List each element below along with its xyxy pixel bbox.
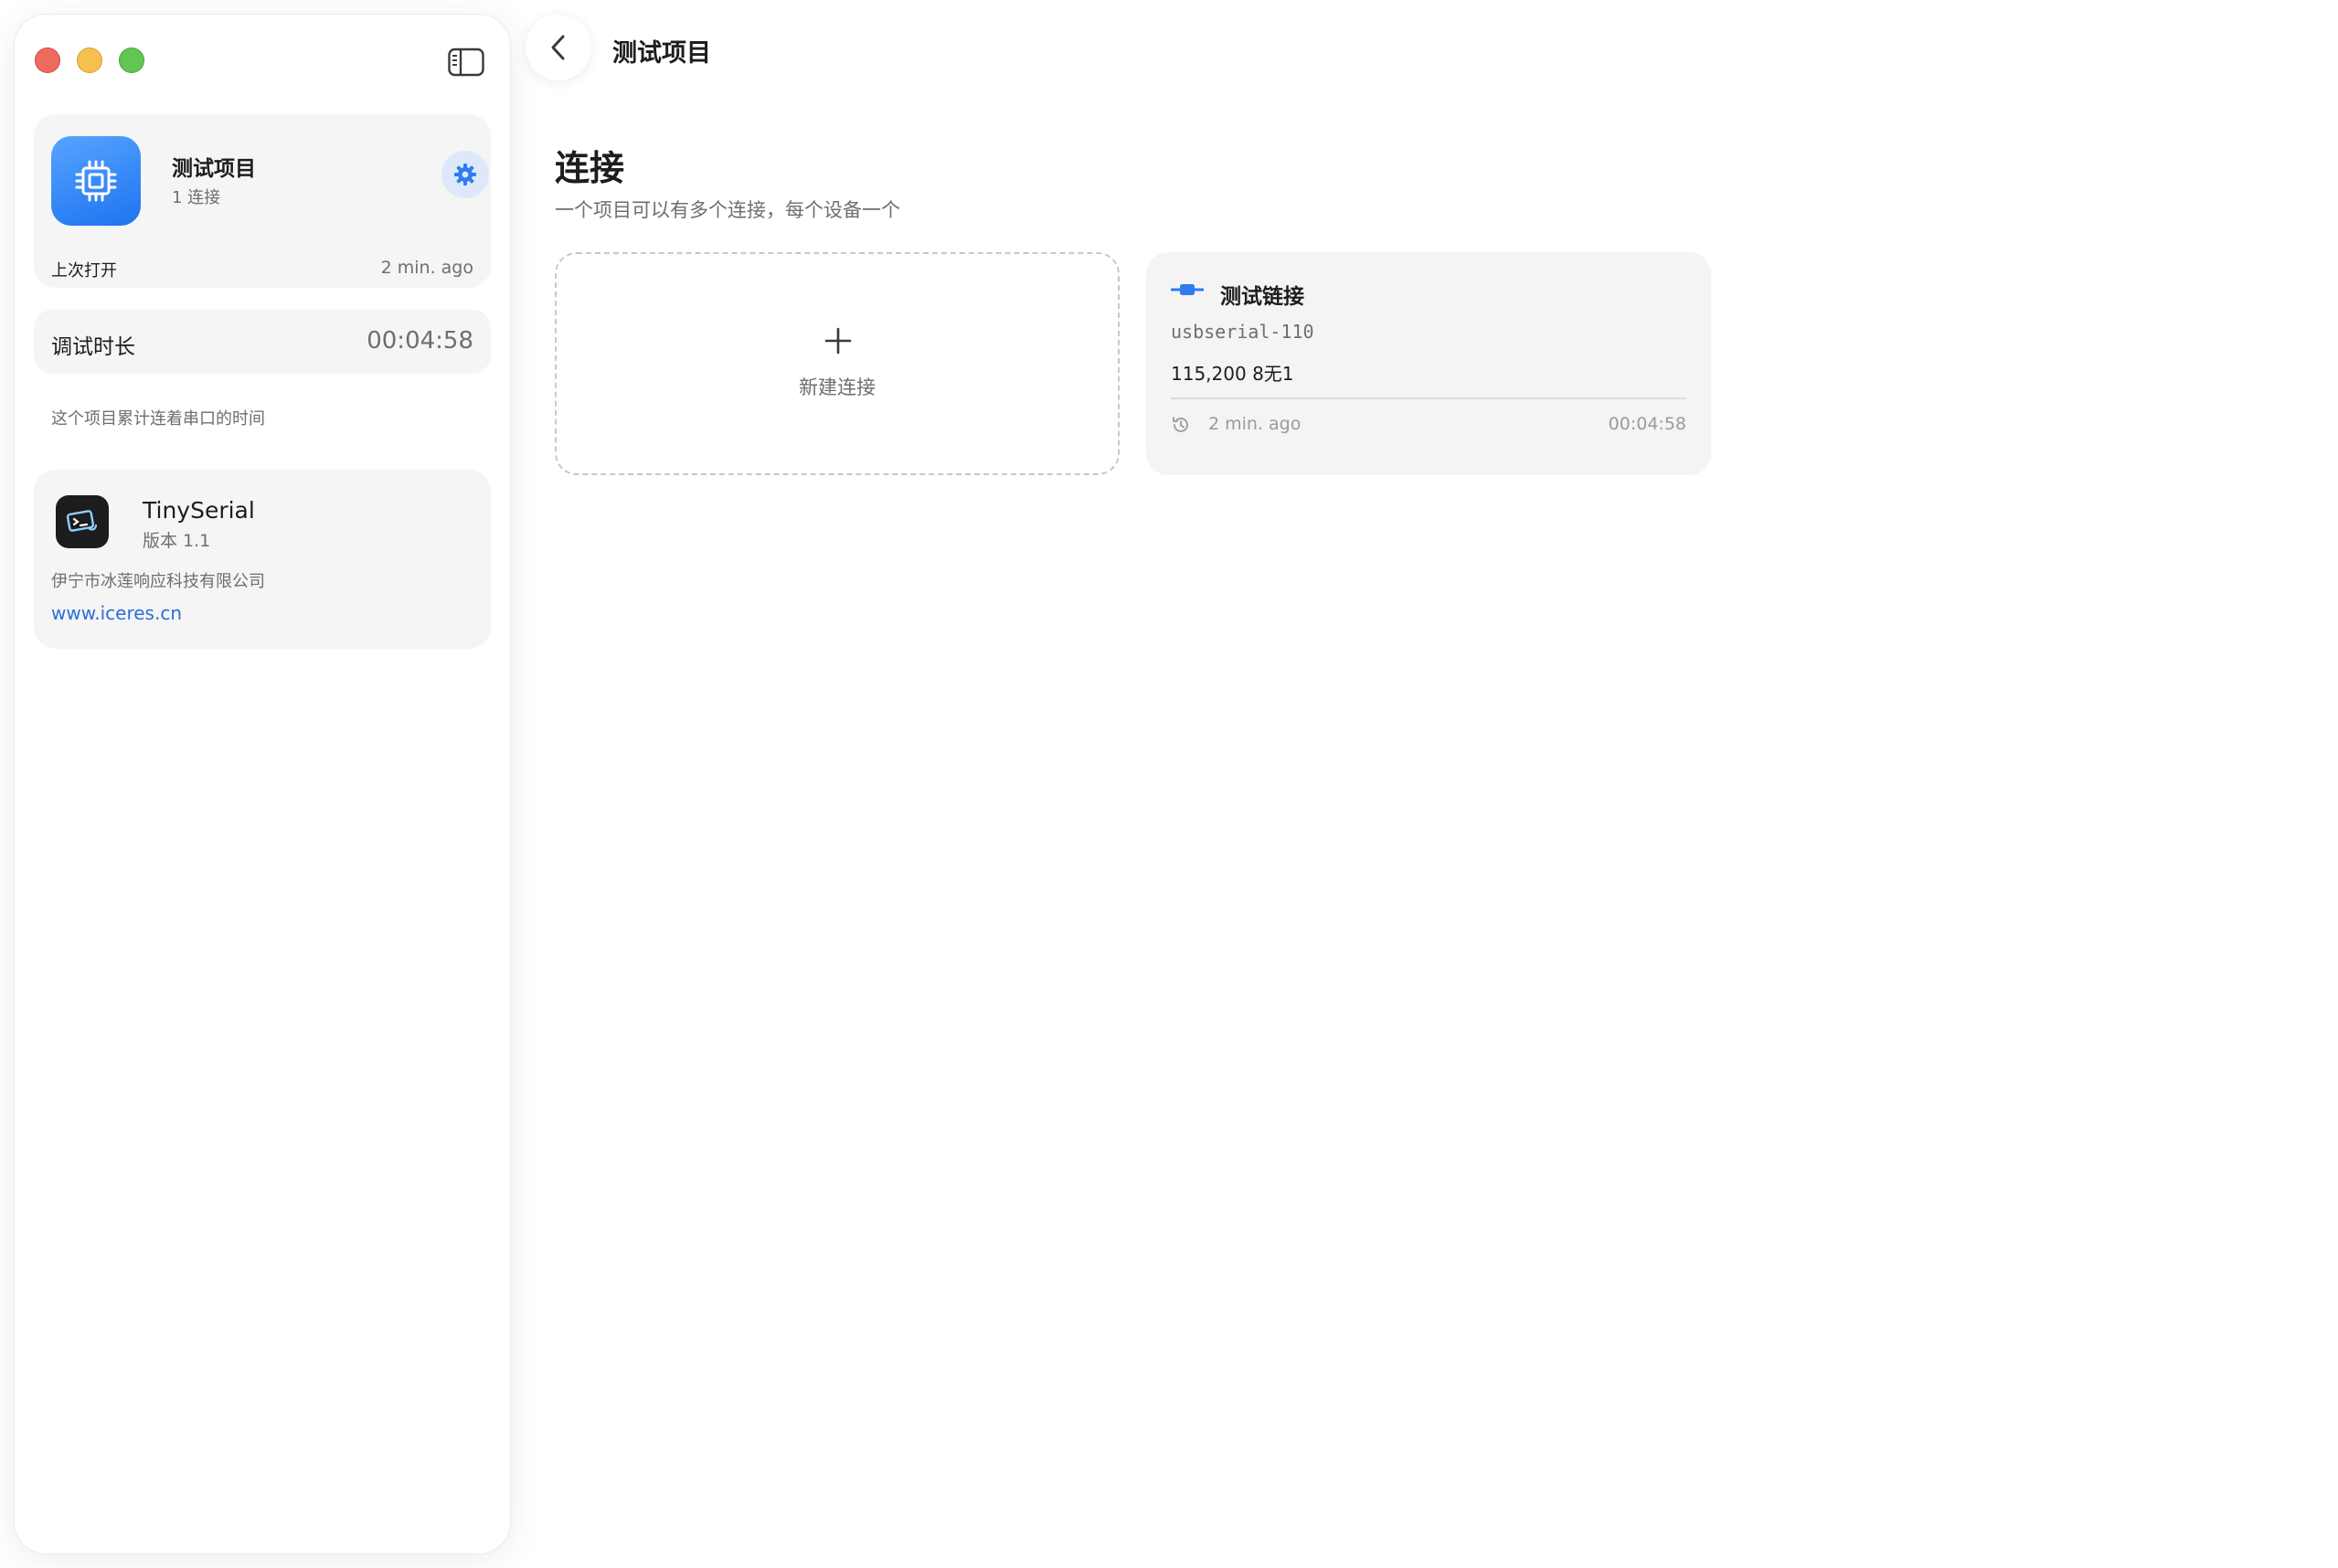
connection-duration: 00:04:58 <box>1608 414 1686 434</box>
connection-divider <box>1171 397 1686 399</box>
app-version: 版本 1.1 <box>143 531 211 551</box>
plus-icon <box>824 327 852 355</box>
back-button[interactable] <box>526 15 591 80</box>
app-logo-icon <box>56 495 109 548</box>
history-clock-icon <box>1173 417 1188 432</box>
connection-params: 115,200 8无1 <box>1171 363 1294 385</box>
section-subtitle: 一个项目可以有多个连接，每个设备一个 <box>555 199 900 221</box>
debug-duration-hint: 这个项目累计连着串口的时间 <box>51 409 265 429</box>
debug-duration-card: 调试时长 00:04:58 <box>34 310 491 374</box>
gear-icon <box>454 164 476 185</box>
window-minimize-button[interactable] <box>77 48 102 73</box>
sidebar: 测试项目 1 连接 上次打开 2 min. ago 调试时长 00:04:58 … <box>15 15 510 1553</box>
debug-duration-value: 00:04:58 <box>367 327 473 355</box>
app-window: 测试项目 1 连接 上次打开 2 min. ago 调试时长 00:04:58 … <box>0 0 2338 1568</box>
app-name: TinySerial <box>143 497 255 524</box>
section-title: 连接 <box>555 148 625 188</box>
project-card[interactable]: 测试项目 1 连接 上次打开 2 min. ago <box>34 114 491 288</box>
company-name: 伊宁市冰莲响应科技有限公司 <box>51 572 265 591</box>
project-settings-button[interactable] <box>441 151 489 198</box>
new-connection-label: 新建连接 <box>799 376 876 398</box>
website-link[interactable]: www.iceres.cn <box>51 602 182 624</box>
new-connection-button[interactable]: 新建连接 <box>555 252 1120 475</box>
sidebar-toggle-icon[interactable] <box>448 48 484 77</box>
project-connection-count: 1 连接 <box>172 188 221 207</box>
about-card: TinySerial 版本 1.1 伊宁市冰莲响应科技有限公司 www.icer… <box>34 470 491 649</box>
cpu-chip-icon <box>51 136 141 226</box>
chevron-left-icon <box>551 35 565 60</box>
connection-name: 测试链接 <box>1220 285 1304 309</box>
nav-title: 测试项目 <box>612 39 711 68</box>
project-name: 测试项目 <box>172 157 256 181</box>
last-open-label: 上次打开 <box>51 261 117 281</box>
last-open-value: 2 min. ago <box>380 258 473 278</box>
connection-port: usbserial-110 <box>1171 321 1314 343</box>
connection-card[interactable]: 测试链接 usbserial-110 115,200 8无1 2 min. ag… <box>1146 252 1711 475</box>
serial-plug-icon <box>1171 284 1204 295</box>
window-zoom-button[interactable] <box>119 48 144 73</box>
window-close-button[interactable] <box>35 48 60 73</box>
debug-duration-label: 调试时长 <box>51 335 135 359</box>
connection-last-used: 2 min. ago <box>1208 414 1302 434</box>
